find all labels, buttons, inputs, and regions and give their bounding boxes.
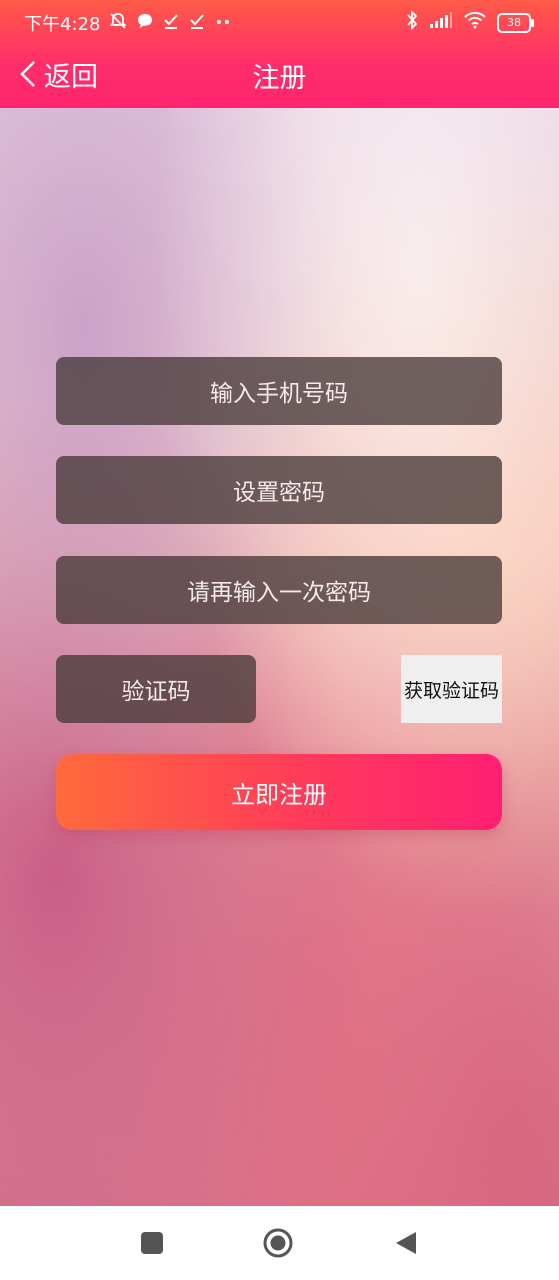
page-title: 注册: [252, 63, 307, 94]
confirm-password-placeholder: 请再输入一次密码: [187, 580, 371, 606]
password-placeholder: 设置密码: [233, 480, 325, 506]
verification-code-input[interactable]: 验证码: [56, 655, 256, 723]
battery-level: 38: [507, 15, 521, 29]
system-nav-bar: [0, 1206, 559, 1280]
wifi-icon: [463, 11, 487, 34]
register-button[interactable]: 立即注册: [56, 754, 502, 830]
get-code-button[interactable]: 获取验证码: [401, 655, 502, 723]
download-check-icon: [162, 12, 180, 35]
password-input[interactable]: 设置密码: [56, 456, 502, 524]
signal-icon: [429, 11, 453, 34]
chat-bubble-icon: [136, 12, 154, 35]
battery-indicator: 38: [497, 12, 534, 33]
status-right: 38: [405, 9, 534, 35]
recent-apps-icon[interactable]: [141, 1232, 163, 1254]
app-header: 下午4:28 38 返回 注册: [0, 0, 559, 108]
nav-bar: 返回 注册: [0, 44, 559, 108]
home-icon[interactable]: [263, 1228, 293, 1258]
status-bar: 下午4:28 38: [0, 0, 559, 44]
bluetooth-icon: [405, 9, 419, 35]
status-time: 下午4:28: [24, 14, 101, 35]
mute-bell-icon: [108, 11, 128, 36]
more-dots-icon: [214, 12, 232, 35]
phone-placeholder: 输入手机号码: [210, 381, 348, 407]
get-code-label: 获取验证码: [403, 679, 499, 702]
register-label: 立即注册: [231, 780, 327, 809]
download-check-icon-2: [188, 12, 206, 35]
code-placeholder: 验证码: [121, 679, 191, 705]
system-back-icon[interactable]: [394, 1230, 418, 1256]
confirm-password-input[interactable]: 请再输入一次密码: [56, 556, 502, 624]
phone-input[interactable]: 输入手机号码: [56, 357, 502, 425]
status-left: 下午4:28: [24, 10, 232, 36]
